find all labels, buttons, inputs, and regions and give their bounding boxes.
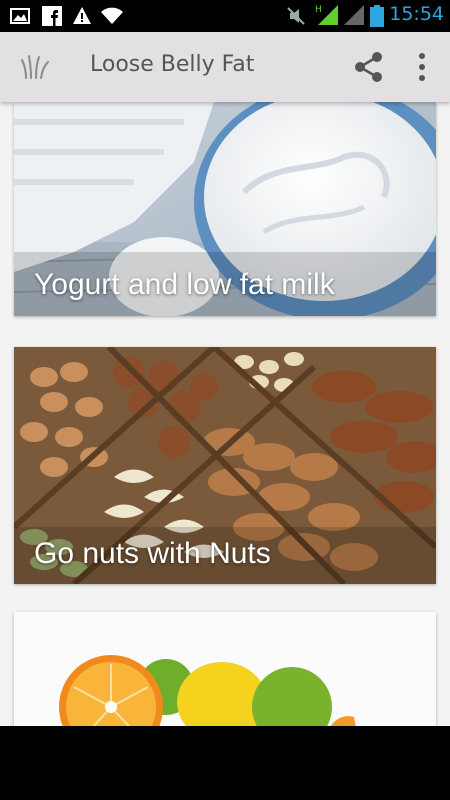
card-nuts[interactable]: Go nuts with Nuts: [14, 347, 436, 584]
facebook-icon: [42, 6, 62, 26]
citrus-image: [14, 612, 436, 726]
app-toolbar: Loose Belly Fat: [0, 32, 450, 102]
share-icon[interactable]: [352, 50, 386, 84]
signal-h-icon: H: [315, 5, 338, 25]
signal-icon: [344, 5, 364, 25]
toolbar-title: Loose Belly Fat: [90, 52, 255, 77]
battery-icon: [370, 5, 384, 27]
mute-icon: [287, 7, 305, 25]
card-title: Yogurt and low fat milk: [34, 268, 335, 301]
svg-text:H: H: [315, 5, 322, 15]
card-title: Go nuts with Nuts: [34, 537, 271, 570]
navigation-bar: [0, 726, 450, 800]
app-logo-icon[interactable]: [20, 52, 50, 82]
gallery-icon: [10, 8, 30, 24]
status-bar: H 15:54: [0, 0, 450, 32]
card-yogurt[interactable]: Yogurt and low fat milk: [14, 102, 436, 316]
wifi-icon: [101, 7, 123, 24]
content-list: Yogurt and low fat milk Go nuts with Nut…: [0, 102, 450, 726]
warning-icon: [73, 7, 91, 24]
overflow-menu-icon[interactable]: [410, 50, 434, 84]
status-time: 15:54: [389, 3, 444, 25]
card-citrus[interactable]: [14, 612, 436, 726]
